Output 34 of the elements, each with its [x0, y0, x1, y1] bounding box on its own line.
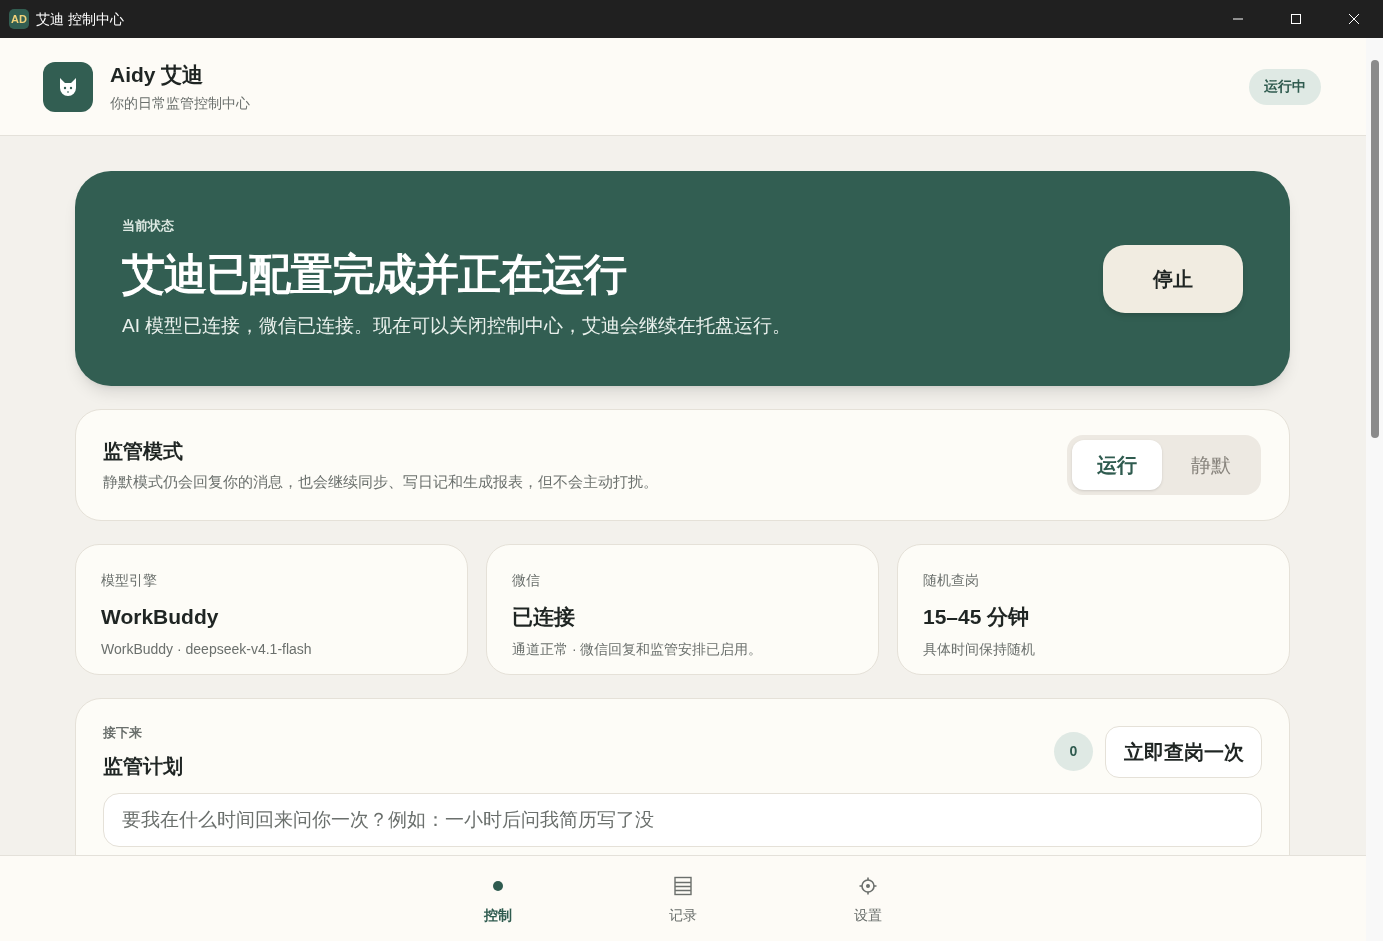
plan-title: 监管计划 [103, 753, 184, 779]
stat-value: 已连接 [512, 604, 576, 630]
maximize-icon [1290, 13, 1302, 25]
stat-detail: 具体时间保持随机 [923, 639, 1036, 659]
nav-tab[interactable]: 记录 [643, 856, 723, 941]
close-icon [1348, 13, 1360, 25]
mode-title: 监管模式 [103, 439, 184, 465]
stat-detail: 通道正常 · 微信回复和监管安排已启用。 [512, 639, 764, 659]
settings-icon [858, 876, 878, 896]
schedule-input-field[interactable]: 要我在什么时间回来问你一次？例如：一小时后问我简历写了没 [103, 792, 1262, 847]
plan-count-badge: 0 [1054, 732, 1093, 772]
stat-value: 15–45 分钟 [923, 604, 1031, 630]
mode-option[interactable]: 运行 [1072, 440, 1162, 490]
mode-description: 静默模式仍会回复你的消息，也会继续同步、写日记和生成报表，但不会主动打扰。 [103, 472, 659, 493]
stat-label: 微信 [512, 571, 541, 590]
cat-logo-icon [43, 61, 93, 112]
status-badge: 运行中 [1249, 68, 1321, 105]
app-logo: AD [9, 9, 29, 29]
hero-description: AI 模型已连接，微信已连接。现在可以关闭控制中心，艾迪会继续在托盘运行。 [122, 314, 793, 339]
hero-title: 艾迪已配置完成并正在运行 [122, 248, 628, 300]
window-title: 艾迪 控制中心 [36, 9, 124, 29]
stop-button[interactable]: 停止 [1103, 244, 1243, 313]
stat-label: 模型引擎 [101, 571, 158, 590]
app-name: Aidy 艾迪 [110, 61, 205, 88]
stat-detail: WorkBuddy · deepseek-v4.1-flash [101, 639, 313, 659]
nav-tab[interactable]: 控制 [458, 856, 538, 941]
hero-eyebrow: 当前状态 [122, 217, 175, 236]
app-subtitle: 你的日常监管控制中心 [110, 94, 250, 114]
stat-value: WorkBuddy [101, 604, 220, 630]
stat-label: 随机查岗 [923, 571, 980, 590]
list-icon [673, 876, 693, 896]
check-now-button[interactable]: 立即查岗一次 [1105, 725, 1262, 778]
nav-tab[interactable]: 设置 [828, 856, 908, 941]
plan-eyebrow: 接下来 [103, 724, 143, 742]
